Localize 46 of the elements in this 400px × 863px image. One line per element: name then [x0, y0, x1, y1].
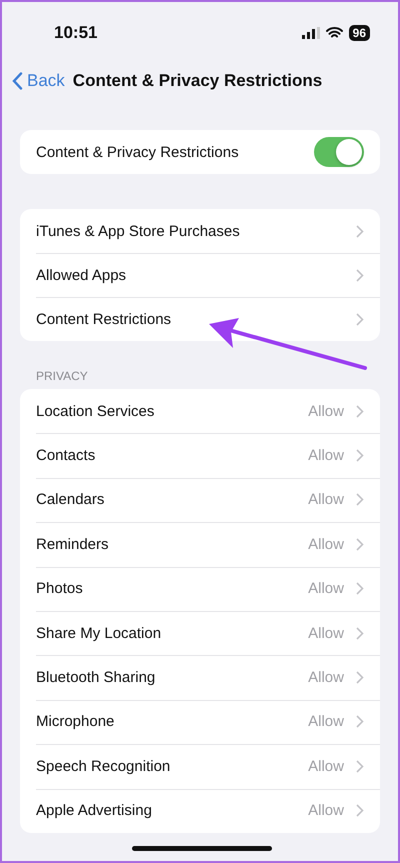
signal-icon [302, 27, 320, 39]
chevron-icon [356, 582, 364, 596]
chevron-icon [356, 224, 364, 238]
row-label[interactable]: Photos [36, 580, 308, 598]
row-label[interactable]: Speech Recognition [36, 758, 308, 775]
chevron-icon [356, 760, 364, 773]
toggle-switch[interactable] [314, 137, 364, 167]
row-label: Content & Privacy Restrictions [36, 144, 240, 160]
row-label[interactable]: Calendars [36, 491, 308, 508]
row-value: Allow [308, 402, 344, 420]
wifi-icon [326, 27, 343, 39]
row-value: Allow [308, 758, 344, 775]
row-value: Allow [308, 802, 344, 820]
row-label[interactable]: Location Services [36, 402, 308, 420]
section-header: PRIVACY [36, 369, 89, 383]
chevron-icon [356, 268, 364, 282]
row-label[interactable]: Contacts [36, 447, 308, 464]
row-value: Allow [308, 447, 344, 464]
row-label[interactable]: iTunes & App Store Purchases [36, 222, 356, 240]
page-title: Content & Privacy Restrictions [72, 71, 322, 91]
row-label[interactable]: Allowed Apps [36, 266, 356, 284]
row-label[interactable]: Content Restrictions [36, 310, 356, 328]
row-value: Allow [308, 624, 344, 642]
chevron-icon [356, 312, 364, 326]
status-time: 10:51 [54, 23, 98, 43]
battery-icon: 96 [348, 25, 370, 41]
back-button[interactable]: Back [12, 71, 65, 91]
row-label[interactable]: Bluetooth Sharing [36, 669, 308, 686]
row-value: Allow [308, 536, 344, 553]
row-value: Allow [308, 491, 344, 508]
row-label[interactable]: Share My Location [36, 624, 308, 642]
row-value: Allow [308, 713, 344, 730]
chevron-icon [356, 715, 364, 728]
row-value: Allow [308, 669, 344, 686]
row-label[interactable]: Apple Advertising [36, 802, 308, 820]
row-value: Allow [308, 580, 344, 598]
chevron-icon [356, 538, 364, 551]
back-chevron-icon [12, 72, 23, 90]
chevron-icon [356, 449, 364, 462]
chevron-icon [356, 626, 364, 640]
chevron-icon [356, 671, 364, 684]
chevron-icon [356, 804, 364, 818]
row-label[interactable]: Reminders [36, 536, 308, 553]
chevron-icon [356, 404, 364, 418]
row-label[interactable]: Microphone [36, 713, 308, 730]
chevron-icon [356, 493, 364, 506]
